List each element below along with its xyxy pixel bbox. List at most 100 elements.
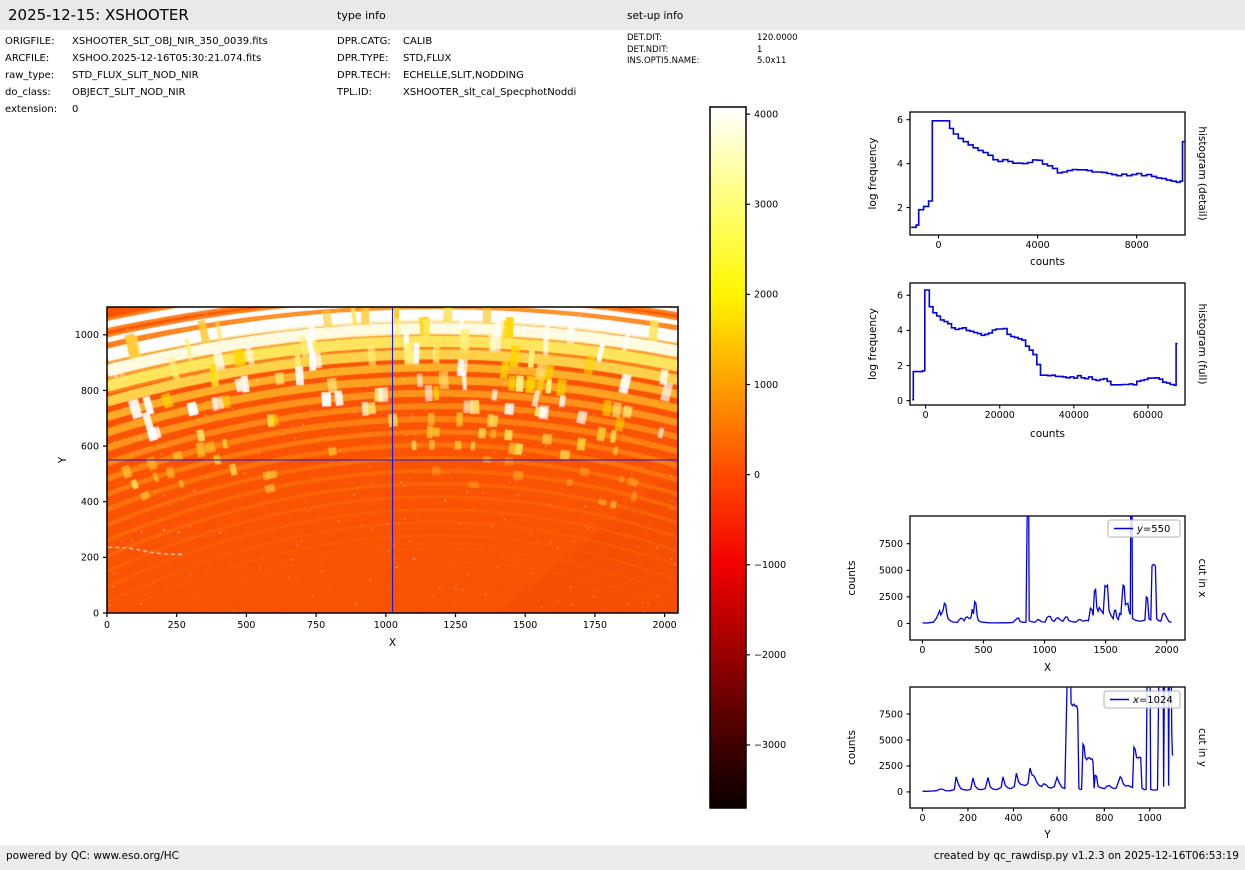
plot-text: 7500 <box>879 539 903 550</box>
plot-cut_y: 0 200 400 600 800 1000 0 2500 5000 7500 Ycounts cut… <box>846 686 1208 841</box>
plot-text: 1750 <box>583 620 607 631</box>
plot-text: x=1024 <box>1132 695 1173 706</box>
plot-hist_full: 0 20000 40000 60000 0 2 4 6 counts log frequency h… <box>867 282 1208 440</box>
colorbar-gradient <box>710 107 746 808</box>
field-label: raw_type: <box>5 70 55 81</box>
raw-frame-image <box>107 307 678 613</box>
plot-text: 60000 <box>1133 410 1163 421</box>
plot-text: counts <box>846 730 858 765</box>
plot-text: −2000 <box>754 650 786 661</box>
plot-text: X <box>1044 662 1051 674</box>
field-value: STD_FLUX_SLIT_NOD_NIR <box>72 70 199 81</box>
plot-text: 8000 <box>1125 240 1149 251</box>
plot-text: 800 <box>1095 813 1113 824</box>
plot-text: counts <box>1030 428 1065 440</box>
plot-text: 600 <box>1050 813 1068 824</box>
field-label: ORIGFILE: <box>5 36 55 47</box>
info-row: ARCFILE: XSHOO.2025-12-16T05:30:21.074.fi… <box>5 50 268 67</box>
plot-text: 750 <box>307 620 325 631</box>
plot-text: 1000 <box>75 330 99 341</box>
info-row: TPL.ID: XSHOOTER_slt_cal_SpecphotNoddi <box>337 84 576 101</box>
page-title: 2025-12-15: XSHOOTER <box>8 6 189 24</box>
plot-text: 1250 <box>443 620 467 631</box>
field-label: DPR.CATG: <box>337 36 391 47</box>
field-value: OBJECT_SLIT_NOD_NIR <box>72 87 186 98</box>
plot-text: 0 <box>93 608 99 619</box>
info-row: DPR.TECH: ECHELLE,SLIT,NODDING <box>337 67 576 84</box>
field-value: 120.0000 <box>757 33 798 43</box>
plot-cut_x: 0 500 1000 1500 2000 0 2500 5000 7500 Xcounts cut … <box>846 515 1208 674</box>
plot-text: 500 <box>974 645 992 656</box>
field-label: TPL.ID: <box>337 87 372 98</box>
plot-text: 5000 <box>879 566 903 577</box>
plot-text: 2000 <box>1155 645 1179 656</box>
plot-text: 1000 <box>1032 645 1056 656</box>
type-info-column: DPR.CATG: CALIB DPR.TYPE: STD,FLUX DPR.TECH:… <box>337 33 576 101</box>
file-info-column: ORIGFILE: XSHOOTER_SLT_OBJ_NIR_350_0039.f… <box>5 33 268 118</box>
plot-text: 500 <box>237 620 255 631</box>
plot-text: 6 <box>897 115 903 126</box>
plot-text: 0 <box>919 645 925 656</box>
field-value: ECHELLE,SLIT,NODDING <box>403 70 524 81</box>
info-row: extension: 0 <box>5 101 268 118</box>
plot-text: 2 <box>897 361 903 372</box>
plot-text: 2500 <box>879 761 903 772</box>
plot-text: −3000 <box>754 740 786 751</box>
plot-text: counts <box>1030 256 1065 268</box>
plot-text: 200 <box>959 813 977 824</box>
plot-text: log frequency <box>867 137 879 209</box>
legend: y=550 <box>1107 519 1181 538</box>
plot-text: 200 <box>81 553 99 564</box>
footer-created-by: created by qc_rawdisp.py v1.2.3 on 2025-… <box>933 850 1239 862</box>
plot-text: cut in y <box>1196 728 1208 767</box>
data-line <box>922 516 1172 624</box>
qc-report-page: 2025-12-15: XSHOOTER type info set-up in… <box>0 0 1245 870</box>
plot-text: 1500 <box>1094 645 1118 656</box>
plot-text: 250 <box>168 620 186 631</box>
plot-text: histogram (detail) <box>1196 126 1208 220</box>
plot-text: 0 <box>897 619 903 630</box>
field-label: DET.NDIT: <box>627 44 669 55</box>
plot-text: 2500 <box>879 592 903 603</box>
plot-text: histogram (full) <box>1196 304 1208 385</box>
plot-text: 5000 <box>879 735 903 746</box>
plot-text: 600 <box>81 441 99 452</box>
plot-text: 0 <box>897 787 903 798</box>
field-value: 0 <box>72 104 79 115</box>
field-value: 5.0x11 <box>757 56 787 66</box>
data-line <box>911 120 1185 229</box>
field-value: XSHOOTER_slt_cal_SpecphotNoddi <box>403 87 577 98</box>
footer-powered-by: powered by QC: www.eso.org/HC <box>6 850 180 862</box>
info-row: ORIGFILE: XSHOOTER_SLT_OBJ_NIR_350_0039.f… <box>5 33 268 50</box>
field-label: extension: <box>5 104 58 115</box>
field-value: XSHOO.2025-12-16T05:30:21.074.fits <box>72 53 262 64</box>
plot-text: 400 <box>81 497 99 508</box>
field-label: DPR.TECH: <box>337 70 391 81</box>
plot-text: 1500 <box>513 620 537 631</box>
info-row: do_class: OBJECT_SLIT_NOD_NIR <box>5 84 268 101</box>
plot-text: 4 <box>897 159 903 170</box>
info-row: DPR.TYPE: STD,FLUX <box>337 50 576 67</box>
plot-text: 1000 <box>374 620 398 631</box>
plot-text: 0 <box>923 410 929 421</box>
plot-text: 2 <box>897 203 903 214</box>
plot-text: 0 <box>935 240 941 251</box>
info-row: DET.DIT: 120.0000 <box>627 33 798 45</box>
plot-text: X <box>389 637 396 649</box>
field-value: 1 <box>757 44 763 55</box>
legend: x=1024 <box>1103 690 1181 709</box>
plot-text: 800 <box>81 386 99 397</box>
plot-text: counts <box>846 560 858 595</box>
plot-text: 0 <box>104 620 110 631</box>
plot-text: 6 <box>897 291 903 302</box>
plot-text: 2000 <box>754 290 778 301</box>
info-row: DET.NDIT: 1 <box>627 45 798 57</box>
setup-info-column: DET.DIT: 120.0000 DET.NDIT: 1 INS.OPTI5.NAME… <box>627 33 798 68</box>
plot-text: Y <box>57 456 69 464</box>
field-label: DPR.TYPE: <box>337 53 389 64</box>
plot-text: 1000 <box>754 380 778 391</box>
plot-text: cut in x <box>1196 558 1208 597</box>
field-value: STD,FLUX <box>403 53 452 64</box>
setup-info-section-label: set-up info <box>627 10 684 22</box>
info-row: raw_type: STD_FLUX_SLIT_NOD_NIR <box>5 67 268 84</box>
